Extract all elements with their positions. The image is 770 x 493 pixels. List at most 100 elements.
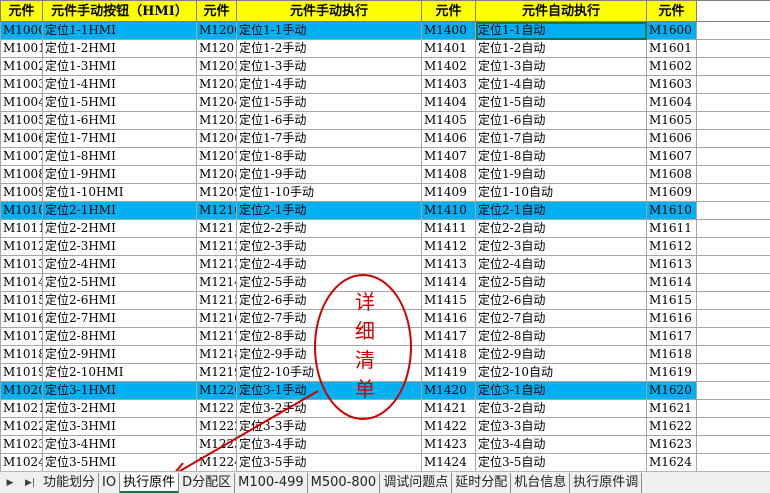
cell-element-id[interactable]: M1006 (0, 129, 43, 148)
cell-element-id[interactable]: M1619 (646, 363, 697, 382)
tab-function-division[interactable]: 功能划分 (40, 472, 100, 493)
cell-element-id[interactable]: M1022 (0, 417, 43, 436)
cell-element-id[interactable]: M1205 (196, 111, 237, 130)
cell-element-id[interactable]: M1007 (0, 147, 43, 166)
cell-manual-button[interactable]: 定位1-8HMI (42, 147, 197, 166)
cell-element-id[interactable]: M1620 (646, 381, 697, 400)
cell-empty[interactable] (696, 129, 770, 148)
cell-element-id[interactable]: M1223 (196, 435, 237, 454)
cell-element-id[interactable]: M1208 (196, 165, 237, 184)
cell-element-id[interactable]: M1400 (421, 21, 476, 40)
cell-empty[interactable] (696, 291, 770, 310)
cell-element-id[interactable]: M1624 (646, 453, 697, 472)
cell-manual-button[interactable]: 定位3-5HMI (42, 453, 197, 472)
cell-auto-exec[interactable]: 定位3-3自动 (475, 417, 647, 436)
cell-manual-button[interactable]: 定位2-2HMI (42, 219, 197, 238)
cell-auto-exec[interactable]: 定位3-1自动 (475, 381, 647, 400)
cell-manual-button[interactable]: 定位2-9HMI (42, 345, 197, 364)
cell-element-id[interactable]: M1219 (196, 363, 237, 382)
header-empty[interactable] (696, 0, 770, 22)
cell-manual-exec[interactable]: 定位2-9手动 (236, 345, 422, 364)
cell-empty[interactable] (696, 21, 770, 40)
header-element-2[interactable]: 元件 (196, 0, 237, 22)
cell-auto-exec[interactable]: 定位1-1自动 (475, 21, 647, 40)
cell-element-id[interactable]: M1423 (421, 435, 476, 454)
cell-element-id[interactable]: M1024 (0, 453, 43, 472)
cell-manual-exec[interactable]: 定位1-1手动 (236, 21, 422, 40)
tab-delay-allocation[interactable]: 延时分配 (452, 472, 512, 493)
cell-element-id[interactable]: M1018 (0, 345, 43, 364)
cell-element-id[interactable]: M1617 (646, 327, 697, 346)
cell-element-id[interactable]: M1621 (646, 399, 697, 418)
cell-element-id[interactable]: M1409 (421, 183, 476, 202)
cell-element-id[interactable]: M1607 (646, 147, 697, 166)
cell-element-id[interactable]: M1614 (646, 273, 697, 292)
cell-empty[interactable] (696, 399, 770, 418)
cell-element-id[interactable]: M1014 (0, 273, 43, 292)
cell-element-id[interactable]: M1004 (0, 93, 43, 112)
cell-manual-button[interactable]: 定位3-1HMI (42, 381, 197, 400)
cell-manual-button[interactable]: 定位2-6HMI (42, 291, 197, 310)
cell-element-id[interactable]: M1213 (196, 255, 237, 274)
cell-element-id[interactable]: M1224 (196, 453, 237, 472)
cell-element-id[interactable]: M1603 (646, 75, 697, 94)
cell-element-id[interactable]: M1215 (196, 291, 237, 310)
cell-manual-button[interactable]: 定位2-7HMI (42, 309, 197, 328)
tab-d-allocation[interactable]: D分配区 (179, 472, 236, 493)
cell-manual-button[interactable]: 定位1-5HMI (42, 93, 197, 112)
cell-manual-button[interactable]: 定位1-10HMI (42, 183, 197, 202)
cell-element-id[interactable]: M1623 (646, 435, 697, 454)
cell-manual-button[interactable]: 定位2-4HMI (42, 255, 197, 274)
cell-auto-exec[interactable]: 定位2-3自动 (475, 237, 647, 256)
cell-element-id[interactable]: M1221 (196, 399, 237, 418)
cell-element-id[interactable]: M1011 (0, 219, 43, 238)
cell-manual-exec[interactable]: 定位1-7手动 (236, 129, 422, 148)
cell-auto-exec[interactable]: 定位1-5自动 (475, 93, 647, 112)
cell-manual-button[interactable]: 定位2-1HMI (42, 201, 197, 220)
cell-manual-exec[interactable]: 定位2-4手动 (236, 255, 422, 274)
cell-auto-exec[interactable]: 定位3-2自动 (475, 399, 647, 418)
cell-manual-button[interactable]: 定位1-4HMI (42, 75, 197, 94)
cell-element-id[interactable]: M1209 (196, 183, 237, 202)
tab-m100-499[interactable]: M100-499 (235, 472, 308, 493)
cell-element-id[interactable]: M1616 (646, 309, 697, 328)
cell-element-id[interactable]: M1218 (196, 345, 237, 364)
cell-manual-button[interactable]: 定位1-2HMI (42, 39, 197, 58)
cell-manual-exec[interactable]: 定位3-4手动 (236, 435, 422, 454)
cell-element-id[interactable]: M1418 (421, 345, 476, 364)
cell-empty[interactable] (696, 111, 770, 130)
cell-element-id[interactable]: M1404 (421, 93, 476, 112)
cell-manual-exec[interactable]: 定位2-5手动 (236, 273, 422, 292)
cell-element-id[interactable]: M1000 (0, 21, 43, 40)
cell-element-id[interactable]: M1419 (421, 363, 476, 382)
header-element-4[interactable]: 元件 (646, 0, 697, 22)
cell-empty[interactable] (696, 273, 770, 292)
cell-element-id[interactable]: M1422 (421, 417, 476, 436)
cell-auto-exec[interactable]: 定位1-10自动 (475, 183, 647, 202)
cell-manual-exec[interactable]: 定位2-1手动 (236, 201, 422, 220)
cell-manual-exec[interactable]: 定位1-10手动 (236, 183, 422, 202)
header-element-1[interactable]: 元件 (0, 0, 43, 22)
cell-auto-exec[interactable]: 定位2-7自动 (475, 309, 647, 328)
cell-manual-exec[interactable]: 定位1-6手动 (236, 111, 422, 130)
cell-manual-button[interactable]: 定位2-5HMI (42, 273, 197, 292)
cell-element-id[interactable]: M1411 (421, 219, 476, 238)
cell-manual-button[interactable]: 定位3-2HMI (42, 399, 197, 418)
cell-element-id[interactable]: M1016 (0, 309, 43, 328)
cell-empty[interactable] (696, 363, 770, 382)
cell-element-id[interactable]: M1602 (646, 57, 697, 76)
cell-empty[interactable] (696, 75, 770, 94)
cell-element-id[interactable]: M1610 (646, 201, 697, 220)
cell-element-id[interactable]: M1203 (196, 75, 237, 94)
cell-empty[interactable] (696, 219, 770, 238)
cell-manual-exec[interactable]: 定位2-2手动 (236, 219, 422, 238)
cell-element-id[interactable]: M1600 (646, 21, 697, 40)
tab-scroll-left-icon[interactable]: ▶ (0, 478, 20, 488)
cell-auto-exec[interactable]: 定位2-10自动 (475, 363, 647, 382)
cell-manual-button[interactable]: 定位2-3HMI (42, 237, 197, 256)
cell-manual-exec[interactable]: 定位1-8手动 (236, 147, 422, 166)
cell-element-id[interactable]: M1210 (196, 201, 237, 220)
cell-element-id[interactable]: M1201 (196, 39, 237, 58)
cell-element-id[interactable]: M1019 (0, 363, 43, 382)
cell-element-id[interactable]: M1021 (0, 399, 43, 418)
